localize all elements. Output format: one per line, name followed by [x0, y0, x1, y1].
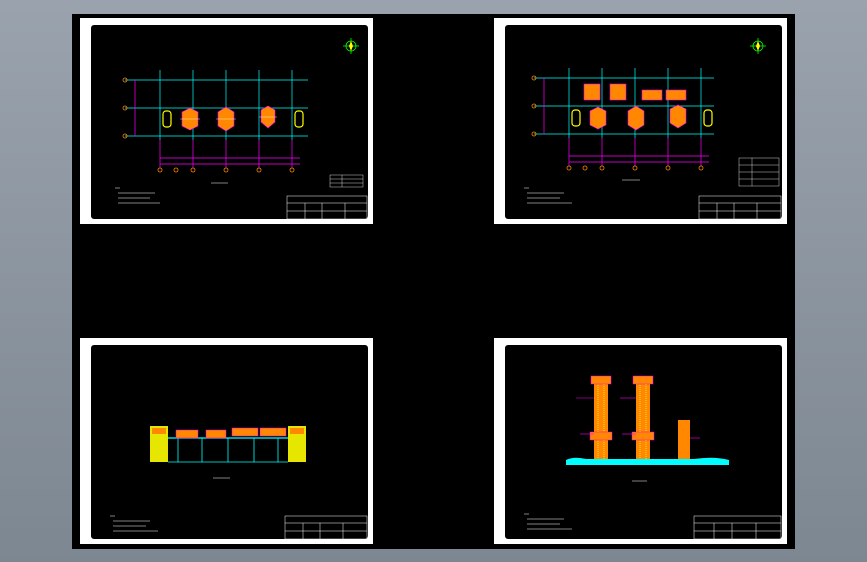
general-notes: [524, 187, 572, 204]
drawing-sheet-elevation[interactable]: [80, 338, 373, 544]
north-arrow-icon: [750, 38, 766, 54]
legend-table: [329, 174, 364, 188]
plan-towers: [571, 83, 713, 131]
plan-towers: [162, 105, 304, 132]
plan-drawing: [115, 38, 368, 220]
drawing-sheet-plan[interactable]: [80, 18, 373, 224]
title-block: [284, 515, 368, 540]
section-structure: [566, 375, 729, 465]
north-arrow-icon: [343, 38, 359, 54]
general-notes: [110, 515, 158, 532]
title-block: [286, 195, 368, 220]
axis-grid: [534, 68, 714, 138]
elevation-structure: [150, 426, 306, 463]
title-block: [693, 515, 782, 540]
general-notes: [115, 187, 160, 204]
cad-viewport[interactable]: [72, 14, 795, 549]
axis-grid: [125, 70, 308, 140]
general-notes: [524, 513, 572, 530]
section-drawing: [524, 375, 782, 540]
drawing-sheet-plan-detail[interactable]: [494, 18, 787, 224]
drawing-sheet-section[interactable]: [494, 338, 787, 544]
elevation-drawing: [110, 426, 368, 540]
title-block: [698, 195, 782, 220]
legend-table: [738, 157, 780, 187]
plan-detail-drawing: [524, 38, 782, 220]
